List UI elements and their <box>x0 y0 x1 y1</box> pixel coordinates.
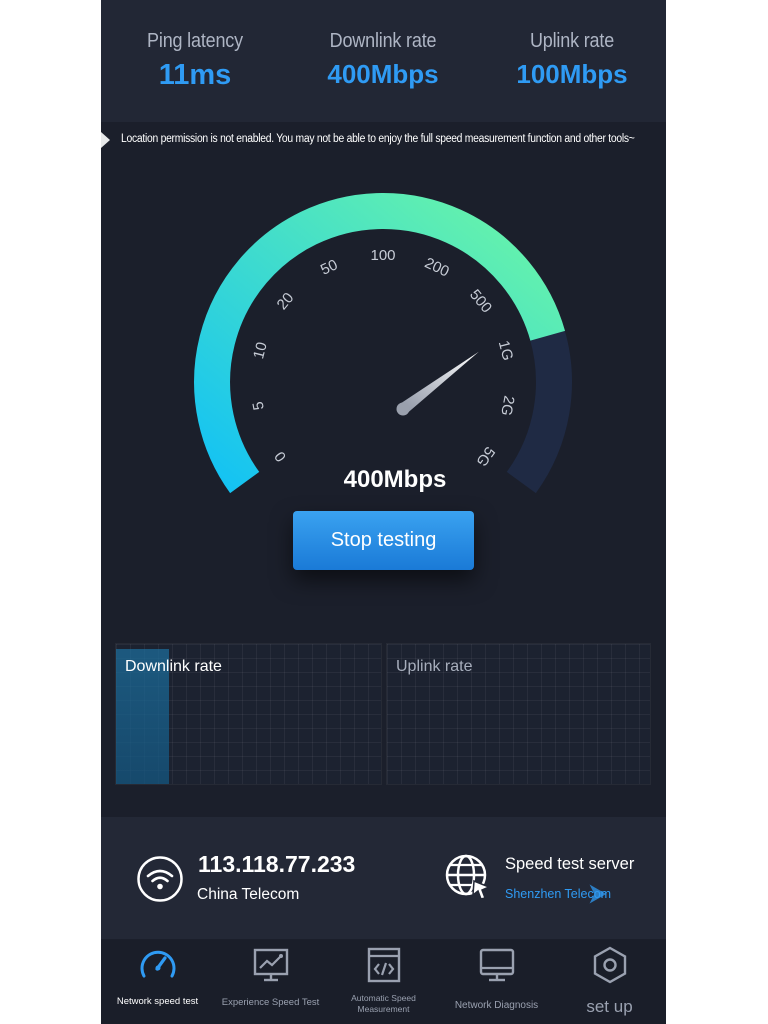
downlink-label: Downlink rate <box>329 30 437 52</box>
uplink-graph: Uplink rate <box>386 643 651 785</box>
uplink-label: Uplink rate <box>529 30 615 52</box>
downlink-value: 400Mbps <box>327 59 439 89</box>
uplink-stat: Uplink rate 100Mbps <box>478 30 666 90</box>
uplink-graph-title: Uplink rate <box>396 658 473 675</box>
downlink-graph-title: Downlink rate <box>125 658 222 675</box>
nav-label: Automatic Speed Measurement <box>351 993 416 1014</box>
gauge-current-speed: 400Mbps <box>343 466 447 493</box>
globe-server-icon[interactable] <box>444 853 492 901</box>
speedometer-icon <box>140 950 176 978</box>
nav-network-speed-test[interactable]: Network speed test <box>101 940 214 1024</box>
nav-set-up[interactable]: set up <box>553 940 666 1024</box>
downlink-stat: Downlink rate 400Mbps <box>289 30 477 90</box>
wifi-icon <box>137 856 183 902</box>
gauge-tick-label: 5 <box>250 400 268 411</box>
gauge-tick-label: 1G <box>495 339 516 363</box>
gauge-tick-label: 2G <box>497 394 517 417</box>
ping-value: 11ms <box>158 59 232 91</box>
gauge-needle-blade <box>399 351 479 414</box>
nav-label: set up <box>586 997 633 1016</box>
nav-experience-speed-test[interactable]: Experience Speed Test <box>214 940 327 1024</box>
gauge-tick-label: 20 <box>274 290 298 314</box>
gauge-tick-label: 200 <box>422 254 452 280</box>
gauge-tick-label: 500 <box>466 286 495 316</box>
ip-address: 113.118.77.233 <box>198 851 356 877</box>
speed-test-app: Ping latency 11ms Downlink rate 400Mbps … <box>101 0 666 1024</box>
downlink-graph: Downlink rate <box>115 643 382 785</box>
notice-sparkle-icon <box>101 132 110 148</box>
connection-info-panel <box>101 817 666 939</box>
gauge-tick-label: 10 <box>250 340 271 360</box>
stop-testing-button[interactable]: Stop testing <box>293 511 474 570</box>
nav-label: Network Diagnosis <box>454 1000 539 1011</box>
settings-hexagon-icon <box>593 946 627 984</box>
speed-gauge: 05102050100 2005001G2G5G <box>194 193 572 494</box>
nav-automatic-speed-measurement[interactable]: Automatic Speed Measurement <box>327 940 440 1024</box>
monitor-icon <box>479 948 515 982</box>
speed-test-server-label: Speed test server <box>505 855 635 873</box>
code-window-icon <box>367 947 401 983</box>
isp-name: China Telecom <box>197 886 300 903</box>
gauge-tick-label: 0 <box>271 448 290 465</box>
bottom-nav: Network speed test Experience Speed Test… <box>101 940 666 1024</box>
ping-label: Ping latency <box>147 30 243 52</box>
nav-label: Network speed test <box>116 996 199 1007</box>
chart-screen-icon <box>253 948 289 982</box>
location-permission-notice[interactable]: Location permission is not enabled. You … <box>121 133 635 145</box>
stats-header: Ping latency 11ms Downlink rate 400Mbps … <box>101 0 666 122</box>
gauge-needle <box>396 351 479 416</box>
rate-graphs: Downlink rate Uplink rate <box>115 643 651 785</box>
gauge-tick-label: 50 <box>318 256 340 278</box>
server-select-icon[interactable] <box>589 884 607 904</box>
gauge-needle-hub <box>396 402 410 416</box>
ping-stat: Ping latency 11ms <box>101 30 289 92</box>
nav-network-diagnosis[interactable]: Network Diagnosis <box>440 940 553 1024</box>
gauge-tick-label: 100 <box>370 247 395 264</box>
nav-label: Experience Speed Test <box>221 997 320 1008</box>
gauge-inactive-arc <box>506 327 572 494</box>
uplink-value: 100Mbps <box>516 59 628 89</box>
